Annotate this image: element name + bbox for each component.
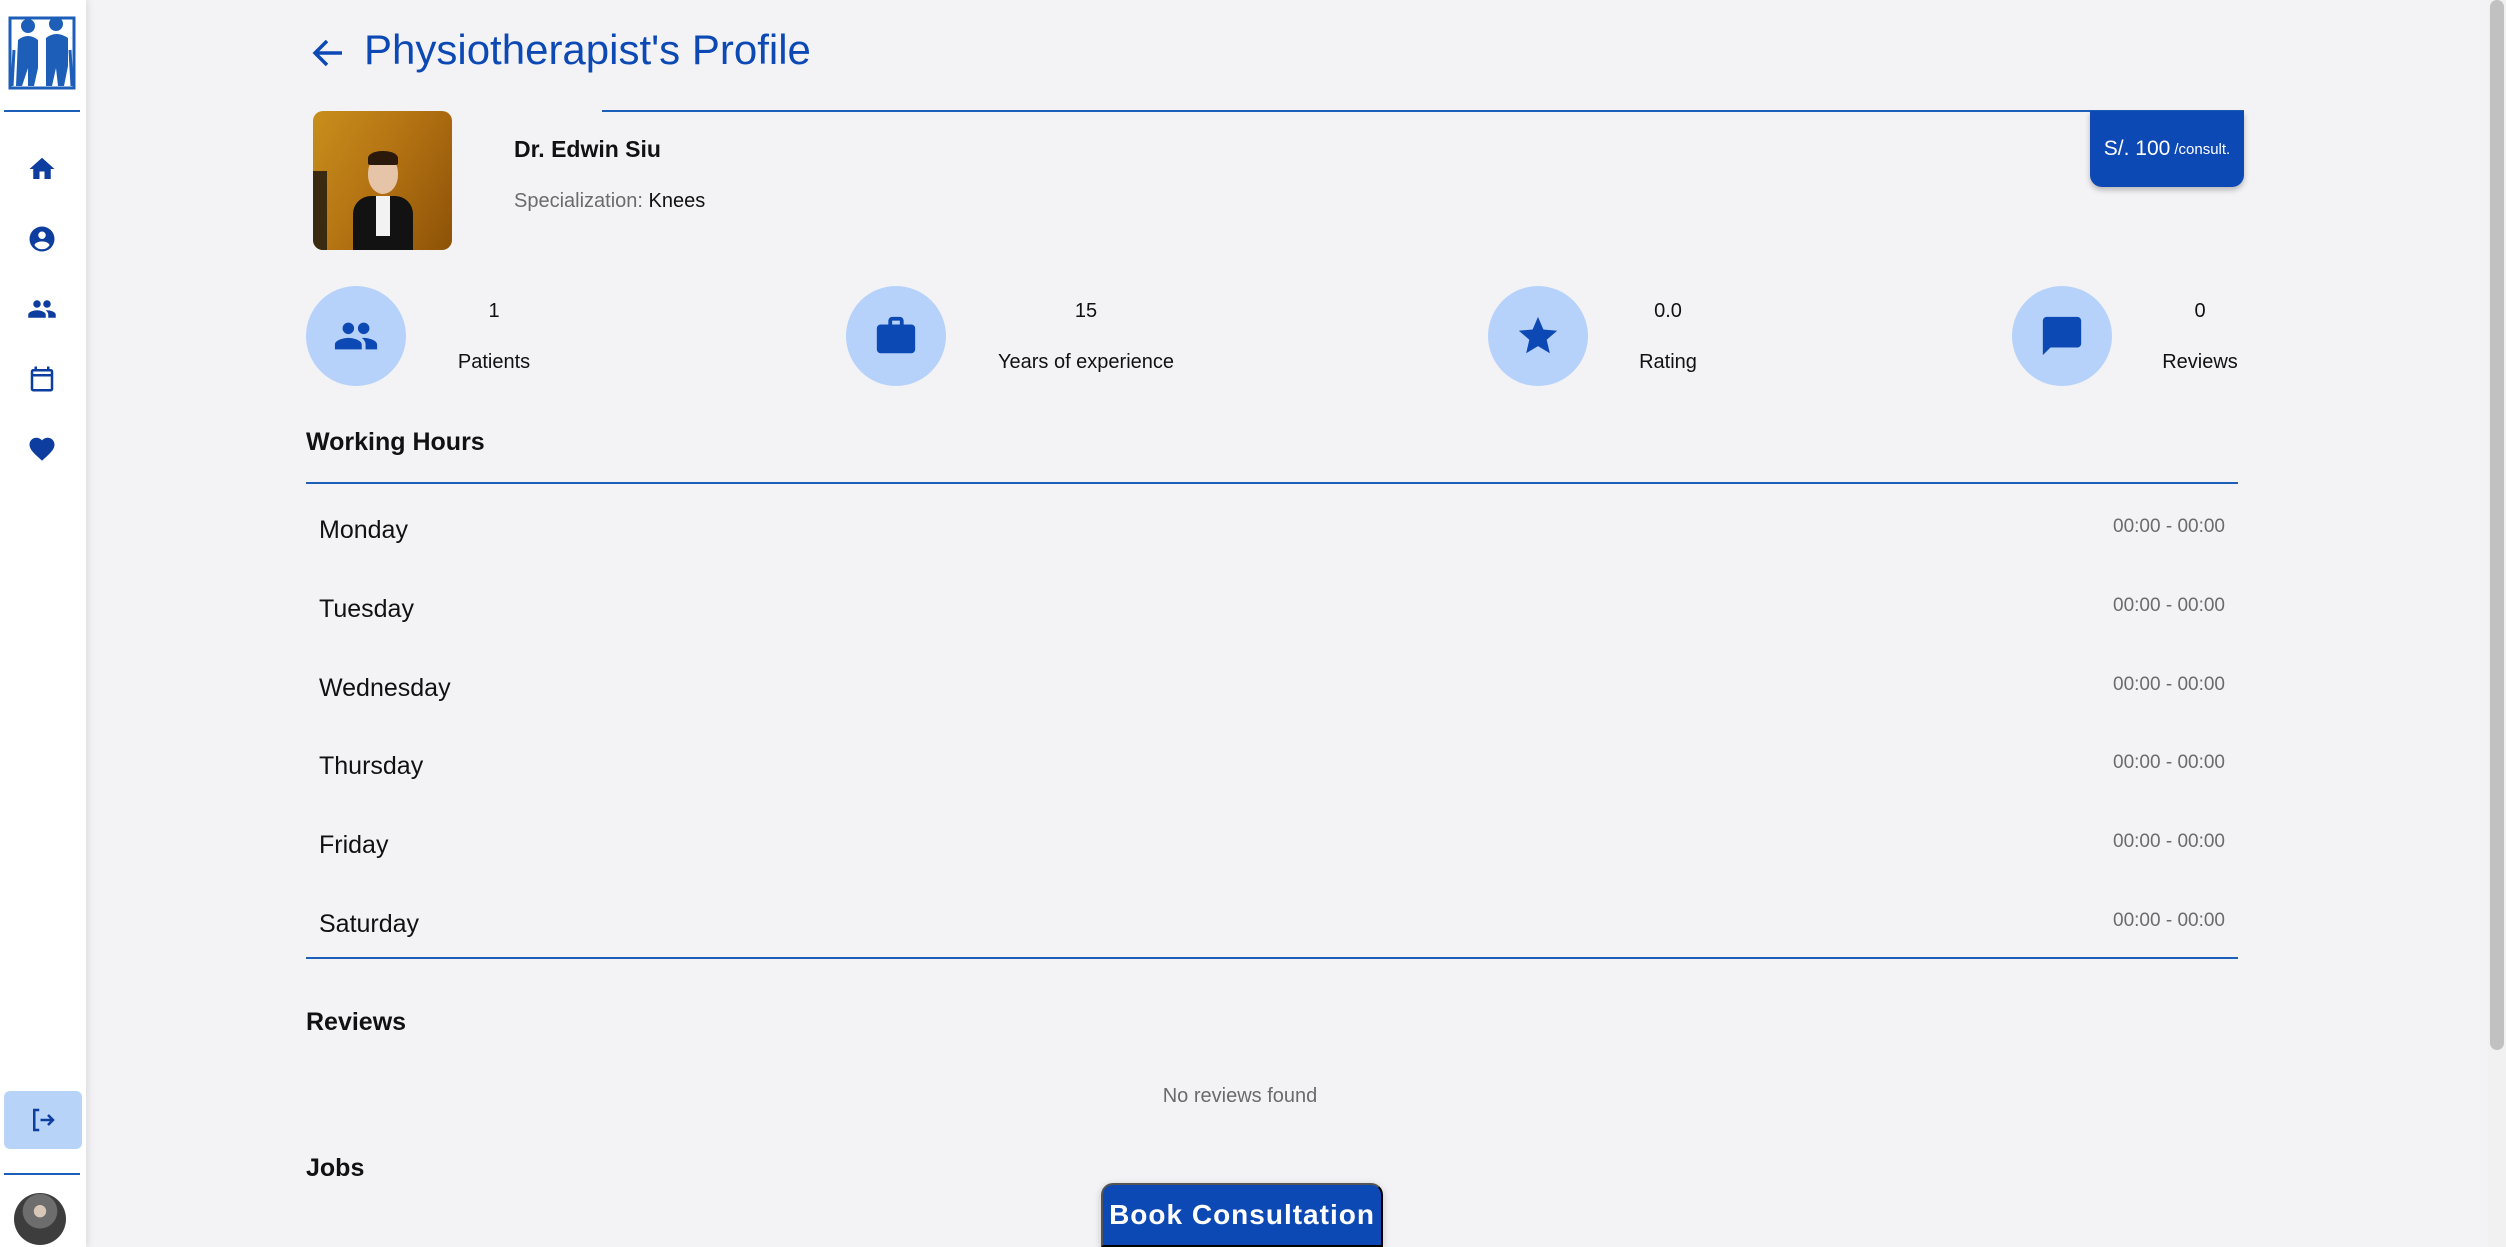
working-hours-row: Monday 00:00 - 00:00 [306, 516, 2238, 572]
elderly-couple-logo-icon [8, 16, 76, 90]
chat-icon [2042, 316, 2082, 356]
stat-reviews-value: 0 [2194, 300, 2206, 322]
app-logo[interactable] [8, 10, 76, 90]
briefcase-icon [876, 316, 916, 354]
specialization-label: Specialization: [514, 190, 643, 212]
day-hours: 00:00 - 00:00 [2113, 595, 2225, 616]
day-hours: 00:00 - 00:00 [2113, 752, 2225, 773]
specialization: Specialization: Knees [514, 190, 705, 213]
working-hours-bottom-divider [306, 957, 2238, 959]
stat-patients-label: Patients [457, 351, 531, 373]
day-hours: 00:00 - 00:00 [2113, 674, 2225, 695]
day-name: Tuesday [319, 595, 414, 623]
sidebar-divider [4, 1173, 80, 1175]
day-name: Monday [319, 516, 408, 544]
physiotherapist-photo [313, 111, 452, 250]
day-hours: 00:00 - 00:00 [2113, 910, 2225, 931]
jobs-title: Jobs [306, 1154, 365, 1182]
working-hours-row: Thursday 00:00 - 00:00 [306, 752, 2238, 808]
day-name: Friday [319, 831, 389, 859]
star-icon [1518, 316, 1558, 354]
stat-patients-value: 1 [488, 300, 500, 322]
stat-experience-value: 15 [1074, 300, 1098, 322]
day-name: Wednesday [319, 674, 451, 702]
no-reviews-text: No reviews found [1162, 1085, 1318, 1107]
stat-rating-value: 0.0 [1654, 300, 1682, 322]
sidebar [0, 0, 86, 1247]
working-hours-row: Tuesday 00:00 - 00:00 [306, 595, 2238, 651]
nav-home[interactable] [24, 151, 60, 187]
physiotherapist-name: Dr. Edwin Siu [514, 136, 661, 162]
stat-rating-circle [1488, 286, 1588, 386]
nav-favorites[interactable] [24, 431, 60, 467]
page-scrollbar-thumb[interactable] [2490, 0, 2504, 1050]
day-name: Thursday [319, 752, 424, 780]
nav-calendar[interactable] [24, 361, 60, 397]
stat-patients-circle [306, 286, 406, 386]
profile-divider [602, 110, 2244, 112]
stat-reviews-label: Reviews [2162, 351, 2238, 373]
day-name: Saturday [319, 910, 420, 938]
logout-icon [33, 1108, 55, 1132]
working-hours-top-divider [306, 482, 2238, 484]
logout-button[interactable] [4, 1091, 82, 1149]
reviews-title: Reviews [306, 1008, 407, 1036]
nav-patients[interactable] [24, 291, 60, 327]
arrow-left-icon [312, 39, 342, 67]
sidebar-divider [4, 110, 80, 112]
day-hours: 00:00 - 00:00 [2113, 831, 2225, 852]
book-consultation-button[interactable]: Book Consultation [1101, 1183, 1383, 1247]
price-unit: /consult. [2174, 140, 2231, 158]
back-button[interactable] [308, 33, 348, 73]
user-avatar[interactable] [14, 1193, 66, 1245]
stat-experience-circle [846, 286, 946, 386]
stat-rating-label: Rating [1639, 351, 1697, 373]
people-icon [334, 322, 378, 350]
price-badge: S/. 100 /consult. [2090, 111, 2244, 187]
working-hours-row: Wednesday 00:00 - 00:00 [306, 674, 2238, 730]
working-hours-row: Friday 00:00 - 00:00 [306, 831, 2238, 887]
calendar-icon [30, 366, 54, 392]
stat-experience-label: Years of experience [997, 351, 1175, 373]
home-icon [29, 157, 55, 179]
stat-reviews-circle [2012, 286, 2112, 386]
day-hours: 00:00 - 00:00 [2113, 516, 2225, 537]
working-hours-title: Working Hours [306, 428, 485, 456]
people-icon [28, 300, 56, 318]
price-amount: S/. 100 [2103, 137, 2171, 160]
page-title: Physiotherapist's Profile [364, 26, 811, 73]
nav-profile[interactable] [24, 221, 60, 257]
account-icon [29, 226, 55, 252]
specialization-value: Knees [648, 190, 706, 212]
heart-icon [29, 437, 55, 461]
